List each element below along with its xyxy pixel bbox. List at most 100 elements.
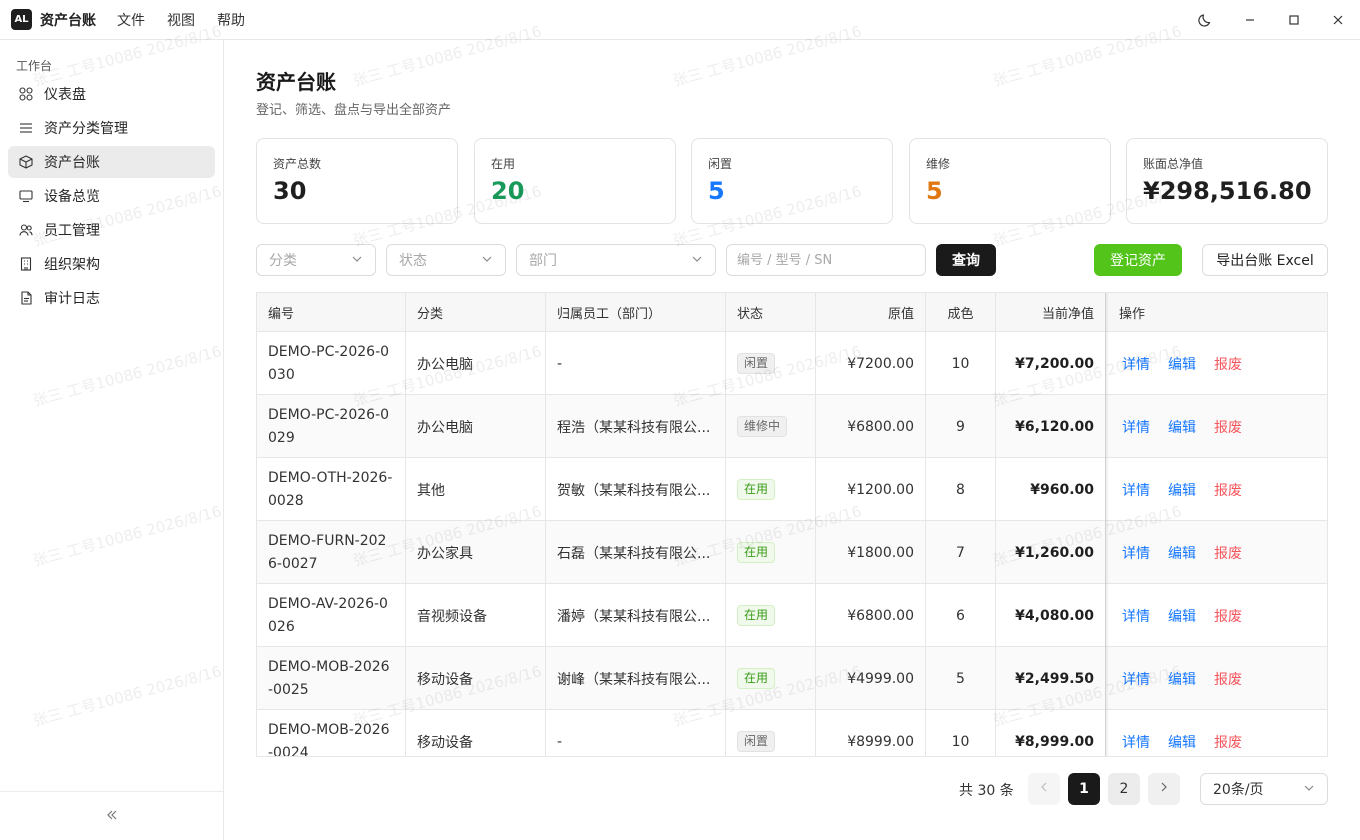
page-size-select[interactable]: 20条/页 xyxy=(1200,773,1328,805)
sidebar-collapse-button[interactable] xyxy=(0,791,223,840)
main-content: 资产台账 登记、筛选、盘点与导出全部资产 资产总数 30 在用 20 闲置 5 … xyxy=(224,40,1360,840)
column-header-category: 分类 xyxy=(406,293,546,332)
edit-link[interactable]: 编辑 xyxy=(1168,543,1196,563)
minimize-icon[interactable] xyxy=(1228,0,1272,40)
cell-actions: 详情 编辑 报废 xyxy=(1108,395,1327,458)
menu-bar: 文件 视图 帮助 xyxy=(117,10,245,30)
detail-link[interactable]: 详情 xyxy=(1122,480,1150,500)
cell-owner: - xyxy=(546,332,726,395)
cell-status: 闲置 xyxy=(726,332,816,395)
detail-link[interactable]: 详情 xyxy=(1122,669,1150,689)
scrap-link[interactable]: 报废 xyxy=(1214,732,1242,752)
stat-card-net-value: 账面总净值 ¥298,516.80 xyxy=(1126,138,1328,224)
chevron-down-icon xyxy=(691,253,703,269)
detail-link[interactable]: 详情 xyxy=(1122,606,1150,626)
sidebar-item-label: 资产分类管理 xyxy=(44,121,128,137)
scrap-link[interactable]: 报废 xyxy=(1214,669,1242,689)
chevron-down-icon xyxy=(351,253,363,269)
sidebar-item-ledger[interactable]: 资产台账 xyxy=(8,146,215,178)
close-icon[interactable] xyxy=(1316,0,1360,40)
cell-condition: 9 xyxy=(926,395,996,458)
sidebar: 工作台 仪表盘 资产分类管理 资产台账 设备总览 员工管理 组织架构 审计日志 xyxy=(0,40,224,840)
edit-link[interactable]: 编辑 xyxy=(1168,732,1196,752)
register-asset-button[interactable]: 登记资产 xyxy=(1094,244,1182,276)
table-row: DEMO-FURN-2026-0027 办公家具 石磊（某某科技有限公... 在… xyxy=(257,521,1327,584)
column-header-owner: 归属员工（部门） xyxy=(546,293,726,332)
title-bar: AL 资产台账 文件 视图 帮助 xyxy=(0,0,1360,40)
moon-icon[interactable] xyxy=(1184,0,1228,40)
cell-actions: 详情 编辑 报废 xyxy=(1108,458,1327,521)
category-select-placeholder: 分类 xyxy=(269,253,297,269)
edit-link[interactable]: 编辑 xyxy=(1168,606,1196,626)
status-badge: 闲置 xyxy=(737,731,776,752)
cell-net: ¥960.00 xyxy=(996,458,1106,521)
cell-owner: 程浩（某某科技有限公... xyxy=(546,395,726,458)
search-input[interactable] xyxy=(726,244,926,276)
sidebar-item-label: 设备总览 xyxy=(44,189,100,205)
category-select[interactable]: 分类 xyxy=(256,244,376,276)
detail-link[interactable]: 详情 xyxy=(1122,732,1150,752)
cell-original: ¥1200.00 xyxy=(816,458,926,521)
cell-condition: 10 xyxy=(926,710,996,756)
scrap-link[interactable]: 报废 xyxy=(1214,543,1242,563)
department-select-placeholder: 部门 xyxy=(529,253,557,269)
scrap-link[interactable]: 报废 xyxy=(1214,606,1242,626)
stat-card-repair: 维修 5 xyxy=(909,138,1111,224)
edit-link[interactable]: 编辑 xyxy=(1168,354,1196,374)
sidebar-item-org[interactable]: 组织架构 xyxy=(8,248,215,280)
status-badge: 在用 xyxy=(737,668,776,689)
cell-actions: 详情 编辑 报废 xyxy=(1108,647,1327,710)
scrap-link[interactable]: 报废 xyxy=(1214,354,1242,374)
building-icon xyxy=(18,256,34,272)
cell-owner-text: 潘婷（某某科技有限公... xyxy=(557,608,711,625)
dashboard-icon xyxy=(18,86,34,102)
prev-page-button[interactable] xyxy=(1028,773,1060,805)
status-badge: 闲置 xyxy=(737,353,776,374)
sidebar-item-audit[interactable]: 审计日志 xyxy=(8,282,215,314)
detail-link[interactable]: 详情 xyxy=(1122,354,1150,374)
edit-link[interactable]: 编辑 xyxy=(1168,417,1196,437)
scrap-link[interactable]: 报废 xyxy=(1214,417,1242,437)
cell-net: ¥4,080.00 xyxy=(996,584,1106,647)
sidebar-item-label: 审计日志 xyxy=(44,291,100,307)
menu-view[interactable]: 视图 xyxy=(167,10,195,30)
edit-link[interactable]: 编辑 xyxy=(1168,669,1196,689)
department-select[interactable]: 部门 xyxy=(516,244,716,276)
column-header-status: 状态 xyxy=(726,293,816,332)
table-row: DEMO-MOB-2026-0025 移动设备 谢峰（某某科技有限公... 在用… xyxy=(257,647,1327,710)
status-badge: 在用 xyxy=(737,479,776,500)
status-select[interactable]: 状态 xyxy=(386,244,506,276)
sidebar-item-dashboard[interactable]: 仪表盘 xyxy=(8,78,215,110)
cell-net: ¥2,499.50 xyxy=(996,647,1106,710)
cell-original: ¥6800.00 xyxy=(816,584,926,647)
detail-link[interactable]: 详情 xyxy=(1122,417,1150,437)
cell-status: 在用 xyxy=(726,458,816,521)
cell-owner-text: 贺敏（某某科技有限公... xyxy=(557,482,711,499)
cell-category: 其他 xyxy=(406,458,546,521)
table-row: DEMO-OTH-2026-0028 其他 贺敏（某某科技有限公... 在用 ¥… xyxy=(257,458,1327,521)
query-button[interactable]: 查询 xyxy=(936,244,996,276)
edit-link[interactable]: 编辑 xyxy=(1168,480,1196,500)
export-excel-button[interactable]: 导出台账 Excel xyxy=(1202,244,1328,276)
status-badge: 在用 xyxy=(737,542,776,563)
maximize-icon[interactable] xyxy=(1272,0,1316,40)
page-button-1[interactable]: 1 xyxy=(1068,773,1100,805)
monitor-icon xyxy=(18,188,34,204)
next-page-button[interactable] xyxy=(1148,773,1180,805)
cell-owner: 潘婷（某某科技有限公... xyxy=(546,584,726,647)
stat-value: 20 xyxy=(491,177,525,205)
stat-label: 资产总数 xyxy=(273,157,322,171)
menu-file[interactable]: 文件 xyxy=(117,10,145,30)
stat-value: ¥298,516.80 xyxy=(1143,177,1312,205)
page-button-2[interactable]: 2 xyxy=(1108,773,1140,805)
cell-owner: 石磊（某某科技有限公... xyxy=(546,521,726,584)
menu-help[interactable]: 帮助 xyxy=(217,10,245,30)
asset-table: 编号 分类 归属员工（部门） 状态 原值 成色 当前净值 操作 DEMO-PC-… xyxy=(256,292,1328,757)
sidebar-item-devices[interactable]: 设备总览 xyxy=(8,180,215,212)
cell-category: 音视频设备 xyxy=(406,584,546,647)
sidebar-item-category[interactable]: 资产分类管理 xyxy=(8,112,215,144)
stat-label: 闲置 xyxy=(708,157,733,171)
detail-link[interactable]: 详情 xyxy=(1122,543,1150,563)
sidebar-item-employees[interactable]: 员工管理 xyxy=(8,214,215,246)
scrap-link[interactable]: 报废 xyxy=(1214,480,1242,500)
